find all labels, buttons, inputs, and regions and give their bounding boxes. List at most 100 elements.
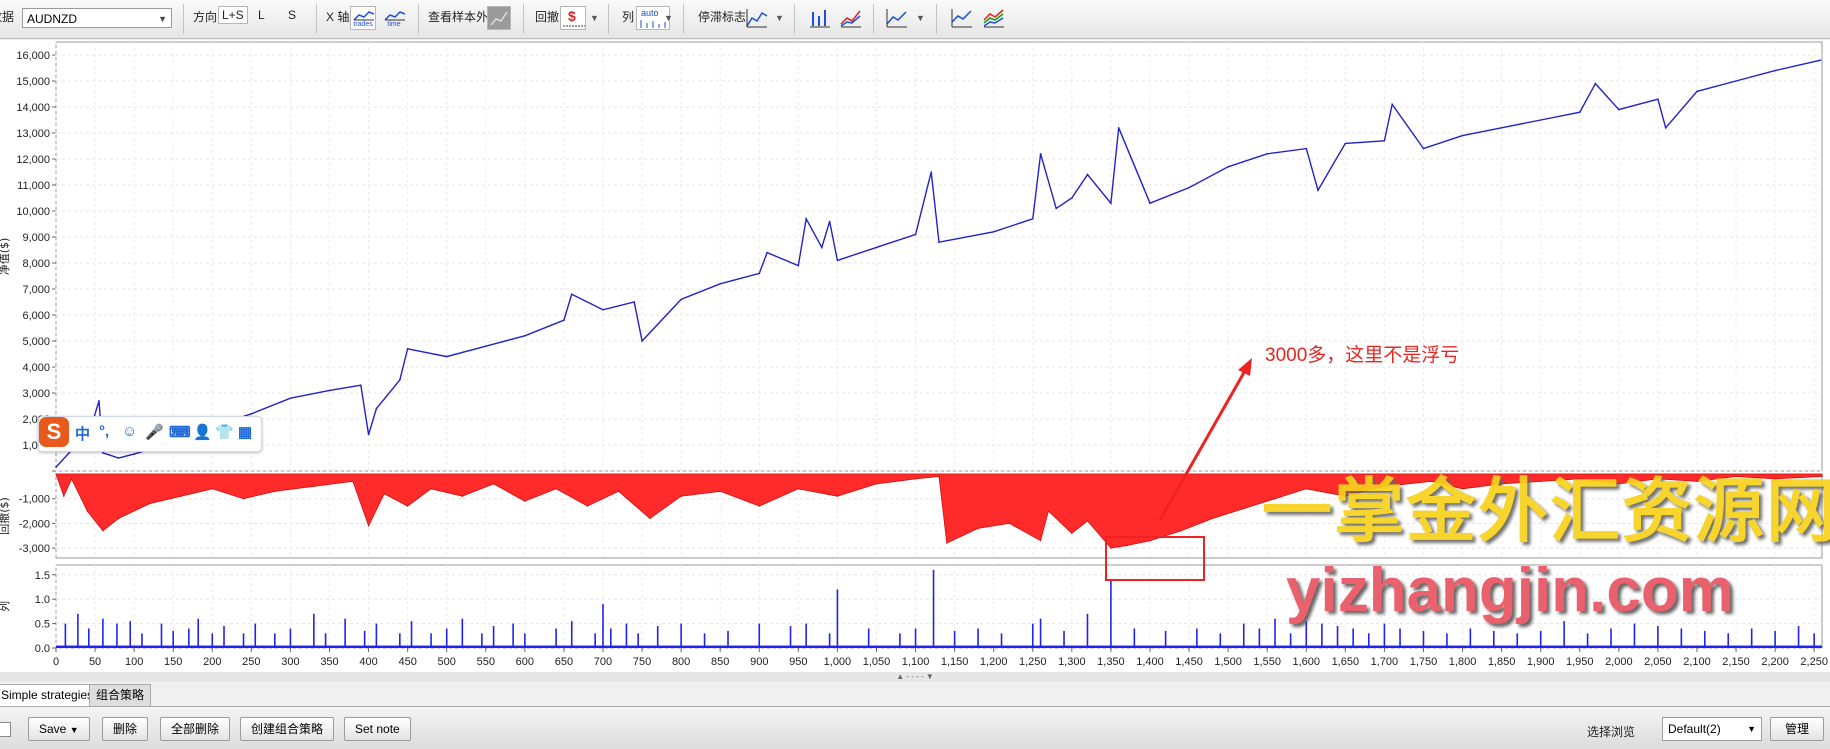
equity-data-point [563, 319, 565, 322]
watermark-text-url: yizhangjin.com [1286, 556, 1734, 625]
equity-data-point [55, 466, 57, 468]
save-button[interactable]: Save ▼ [28, 717, 90, 741]
toolbar-divider [608, 4, 609, 34]
drawdown-data-point [274, 490, 276, 492]
equity-data-point [805, 218, 807, 220]
equity-data-point [836, 259, 839, 262]
drawdown-dollar-button[interactable]: $ [560, 6, 586, 30]
direction-long-button[interactable]: L [258, 8, 265, 22]
equity-data-point [828, 220, 831, 223]
chevron-down-icon[interactable]: ▼ [664, 13, 673, 23]
drawdown-data-point [492, 483, 495, 485]
chevron-down-icon[interactable]: ▼ [590, 13, 599, 23]
direction-short-button[interactable]: S [288, 8, 296, 22]
drawdown-data-point [242, 498, 245, 500]
xaxis-trades-button[interactable]: trades [350, 6, 376, 30]
drawdown-data-point [430, 488, 432, 490]
sogou-logo-icon[interactable]: S [39, 417, 69, 447]
drawdown-data-point [797, 488, 799, 490]
drawdown-data-point [102, 530, 104, 532]
x-tick-label: 550 [477, 656, 495, 668]
ime-punctuation-icon[interactable]: °, [99, 423, 109, 440]
equity-data-point [406, 348, 409, 350]
drawdown-data-point [117, 517, 120, 520]
equity-data-point [1031, 218, 1034, 220]
annotation-text: 3000多，这里不是浮亏 [1265, 345, 1460, 366]
equity-data-point [1055, 207, 1058, 210]
xaxis-trades-text: trades [353, 21, 373, 28]
ime-emoji-icon[interactable]: ☺ [122, 423, 137, 440]
out-of-sample-toggle[interactable] [487, 6, 511, 30]
x-tick-label: 450 [398, 656, 416, 668]
y-tick-label: 3,000 [22, 388, 50, 400]
chevron-down-icon[interactable]: ▼ [916, 13, 925, 23]
ime-user-icon[interactable]: 👤 [193, 423, 212, 441]
ime-toolbox-icon[interactable]: ▦ [238, 423, 252, 441]
y-axis-label: 列 [0, 601, 11, 612]
equity-data-point [719, 283, 722, 285]
x-tick-label: 300 [281, 656, 299, 668]
equity-data-point [602, 309, 604, 311]
dollar-icon: $ [568, 8, 576, 24]
bar-chart-icon[interactable] [809, 8, 831, 28]
ime-skin-icon[interactable]: 👕 [215, 423, 234, 441]
x-tick-label: 1,350 [1097, 656, 1125, 668]
x-tick-label: 1,950 [1566, 656, 1594, 668]
chart-line-icon [384, 11, 406, 21]
plot-frame [55, 41, 1823, 472]
ime-keyboard-icon[interactable]: ⌨ [169, 423, 191, 441]
equity-data-point [938, 241, 940, 243]
bars-icon [640, 20, 666, 28]
equity-data-point [797, 264, 800, 267]
splitter-handle[interactable]: ▲ - - - - ▼ [0, 672, 1830, 682]
equity-data-point [1117, 127, 1120, 129]
create-portfolio-button[interactable]: 创建组合策略 [240, 717, 335, 741]
delete-all-button[interactable]: 全部删除 [160, 717, 231, 741]
column-label: 列 [622, 10, 635, 24]
browse-select[interactable]: Default(2) ▼ [1662, 717, 1762, 741]
x-tick-label: 1,600 [1292, 656, 1320, 668]
direction-ls-button[interactable]: L+S [218, 6, 248, 24]
equity-data-point [1149, 202, 1151, 204]
xaxis-time-button[interactable]: time [381, 6, 407, 30]
drawdown-data-point [367, 525, 370, 527]
drawdown-data-point [719, 490, 721, 492]
tab-portfolio-strategies[interactable]: 组合策略 [89, 684, 152, 706]
x-tick-label: 2,050 [1644, 656, 1672, 668]
xaxis-time-text: time [387, 21, 401, 28]
x-tick-label: 1,900 [1527, 656, 1555, 668]
set-note-button[interactable]: Set note [344, 717, 411, 741]
line-chart-red-icon[interactable] [840, 8, 862, 28]
equity-data-point [758, 272, 761, 275]
x-tick-label: 50 [89, 656, 101, 668]
tab-simple-strategies[interactable]: Simple strategies [0, 684, 101, 706]
x-tick-label: 1,650 [1332, 656, 1360, 668]
select-checkbox[interactable] [0, 722, 11, 737]
drawdown-data-point [649, 517, 651, 520]
drawdown-data-point [1039, 540, 1042, 542]
compare-chart-icon[interactable] [951, 8, 973, 28]
ime-toolbar[interactable]: S 中 °, ☺ 🎤 ⌨ 👤 👕 ▦ [38, 416, 262, 452]
multi-line-chart-icon[interactable] [983, 8, 1005, 28]
equity-data-point [1664, 127, 1667, 129]
x-tick-label: 1,300 [1058, 656, 1086, 668]
drawdown-data-point [1125, 545, 1128, 547]
x-tick-label: 500 [438, 656, 456, 668]
chevron-down-icon[interactable]: ▼ [775, 13, 784, 23]
line-chart-icon[interactable] [886, 8, 908, 28]
drawdown-data-point [461, 495, 463, 497]
stagnation-icon[interactable] [746, 8, 768, 28]
manage-button[interactable]: 管理 [1770, 717, 1824, 741]
drawdown-data-point [1110, 547, 1112, 549]
equity-data-point [328, 389, 331, 392]
ime-voice-icon[interactable]: 🎤 [145, 423, 164, 441]
delete-button[interactable]: 删除 [102, 717, 149, 741]
x-tick-label: 2,200 [1761, 656, 1789, 668]
equity-data-point [1539, 119, 1542, 121]
ime-chinese-mode-icon[interactable]: 中 [75, 423, 90, 444]
x-tick-label: 2,000 [1605, 656, 1633, 668]
x-tick-label: 350 [320, 656, 338, 668]
symbol-select[interactable]: AUDNZD ▼ [22, 8, 172, 28]
toolbar-divider [523, 4, 524, 34]
equity-data-point [1696, 90, 1698, 93]
